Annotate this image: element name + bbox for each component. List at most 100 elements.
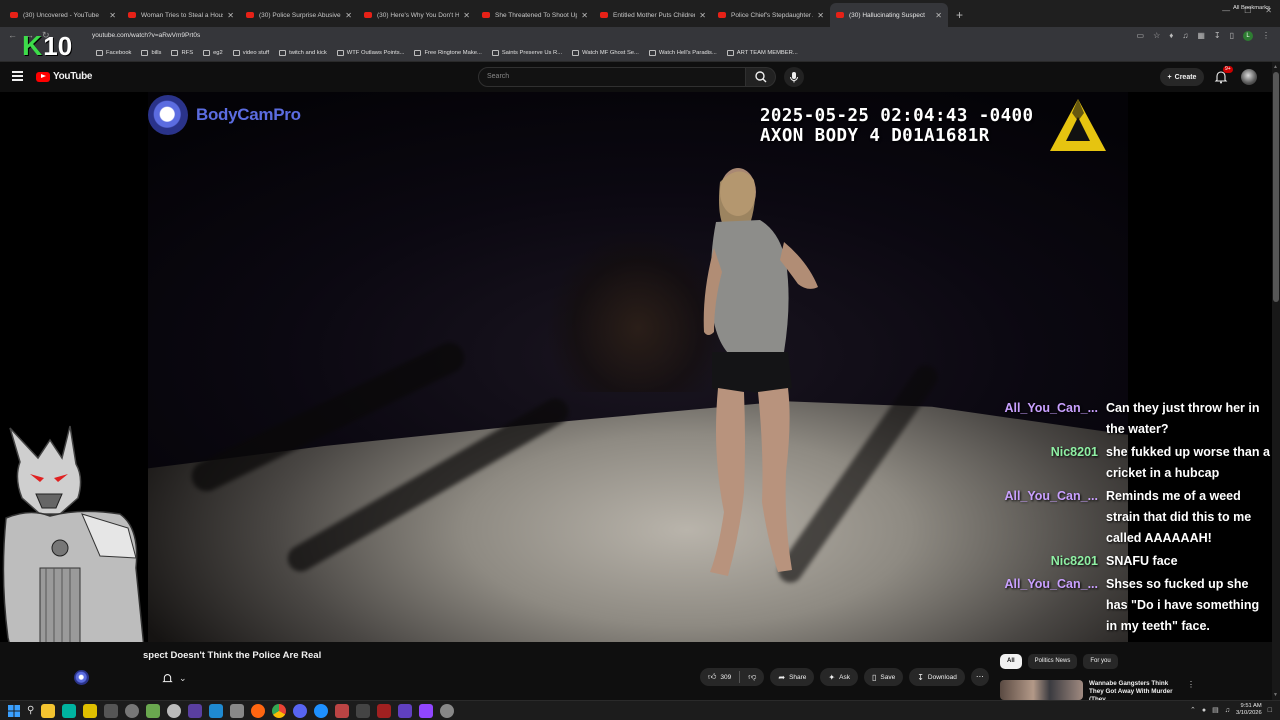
app-icon[interactable] [83, 703, 98, 718]
tray-chevron-icon[interactable]: ⌃ [1190, 706, 1196, 714]
taskbar-clock[interactable]: 9:51 AM 3/10/2026 [1236, 703, 1262, 717]
browser-tab[interactable]: (30) Here's Why You Don't Hel ✕ [358, 3, 476, 27]
filter-chip[interactable]: Politics News [1027, 654, 1078, 669]
taskbar-search-icon[interactable]: ⚲ [27, 705, 34, 716]
scrollbar-thumb[interactable] [1273, 72, 1279, 302]
browser-tab[interactable]: Woman Tries to Steal a House ✕ [122, 3, 240, 27]
file-explorer-icon[interactable] [41, 703, 56, 718]
search-input[interactable]: Search [478, 67, 746, 87]
chrome-icon[interactable] [272, 703, 287, 718]
url-field[interactable]: youtube.com/watch?v=aRwVm9Prt0s [92, 32, 1137, 39]
bookmark-folder-icon [336, 49, 344, 56]
app-icon[interactable] [209, 703, 224, 718]
app-icon[interactable] [230, 703, 245, 718]
account-avatar[interactable] [1241, 69, 1257, 85]
axon-timestamp: 2025-05-25 02:04:43 -0400 [760, 106, 1034, 126]
firefox-icon[interactable] [251, 703, 266, 718]
notification-center-icon[interactable]: □ [1268, 707, 1272, 714]
tab-close-icon[interactable]: ✕ [581, 11, 588, 20]
tab-close-icon[interactable]: ✕ [817, 11, 824, 20]
share-label: Share [789, 673, 807, 681]
volume-icon[interactable]: ♫ [1225, 707, 1230, 714]
search-button[interactable] [746, 67, 776, 87]
app-icon[interactable] [377, 703, 392, 718]
recommended-thumbnail[interactable] [1000, 680, 1083, 700]
download-icon[interactable]: ↧ [1214, 31, 1221, 40]
app-icon[interactable] [167, 703, 182, 718]
bookmark-item[interactable]: bills [141, 49, 161, 56]
save-button[interactable]: ▯ Save [863, 668, 904, 686]
all-bookmarks-button[interactable]: All Bookmarks [1233, 5, 1270, 11]
bookmark-item[interactable]: Watch MF Ghost Se... [572, 49, 639, 56]
windows-start-icon[interactable] [8, 704, 20, 717]
filter-chip[interactable]: For you [1083, 654, 1118, 669]
bookmark-item[interactable]: Facebook [96, 49, 131, 56]
youtube-logo[interactable]: YouTube [36, 71, 93, 82]
new-tab-button[interactable]: + [948, 3, 971, 27]
browser-tab[interactable]: (30) Uncovered - YouTube ✕ [4, 3, 122, 27]
scroll-up-icon[interactable]: ▲ [1273, 64, 1278, 70]
app-icon[interactable] [356, 703, 371, 718]
tray-app-icon[interactable]: ● [1202, 707, 1206, 714]
menu-kebab-icon[interactable]: ⋮ [1262, 31, 1270, 40]
minimize-icon[interactable]: — [1222, 6, 1230, 15]
app-icon[interactable] [314, 703, 329, 718]
bookmark-item[interactable]: eg2 [203, 49, 223, 56]
app-icon[interactable] [335, 703, 350, 718]
like-button[interactable]: 👍︎ 309 👎︎ [700, 668, 765, 686]
bookmark-item[interactable]: Saints Preserve Us R... [491, 49, 562, 56]
app-icon[interactable] [104, 703, 119, 718]
bookmark-item[interactable]: RFS [171, 49, 193, 56]
network-icon[interactable]: ▤ [1212, 706, 1219, 714]
bookmark-item[interactable]: twitch and kick [279, 49, 327, 56]
more-actions-button[interactable]: ⋯ [970, 668, 989, 686]
browser-tab[interactable]: She Threatened To Shoot Up S ✕ [476, 3, 594, 27]
bookmark-item[interactable]: video stuff [232, 49, 269, 56]
tab-close-icon[interactable]: ✕ [463, 11, 470, 20]
bookmark-item[interactable]: ART TEAM MEMBER... [726, 49, 798, 56]
search-icon [755, 71, 767, 83]
scroll-down-icon[interactable]: ▼ [1273, 692, 1278, 698]
tab-close-icon[interactable]: ✕ [109, 11, 116, 20]
tab-close-icon[interactable]: ✕ [345, 11, 352, 20]
app-icon[interactable] [125, 703, 140, 718]
bookmark-item[interactable]: WTF Outlaws Points... [336, 49, 404, 56]
browser-tab[interactable]: (30) Hallucinating Suspect ✕ [830, 3, 948, 27]
app-icon[interactable] [398, 703, 413, 718]
app-icon[interactable] [146, 703, 161, 718]
voice-search-button[interactable] [784, 67, 804, 87]
speaker-icon[interactable]: ♫ [1182, 31, 1188, 40]
discord-icon[interactable] [293, 703, 308, 718]
sidebar-icon[interactable]: ▯ [1230, 31, 1234, 40]
bookmark-item[interactable]: Free Ringtone Make... [414, 49, 482, 56]
subscription-bell-button[interactable]: ⌄ [162, 671, 192, 685]
create-button[interactable]: + Create [1160, 68, 1204, 86]
ask-button[interactable]: ✦ Ask [820, 668, 858, 686]
download-button[interactable]: ↧ Download [909, 668, 965, 686]
profile-avatar[interactable]: L [1243, 30, 1253, 41]
back-icon[interactable]: ← [8, 30, 17, 41]
app-icon[interactable] [188, 703, 203, 718]
filter-chip[interactable]: All [1000, 654, 1022, 669]
browser-tab[interactable]: Entitled Mother Puts Children ✕ [594, 3, 712, 27]
tab-close-icon[interactable]: ✕ [935, 11, 942, 20]
share-button[interactable]: ➦ Share [770, 668, 815, 686]
app-icon[interactable] [62, 703, 77, 718]
extensions-puzzle-icon[interactable]: ▦ [1197, 31, 1205, 40]
thumbs-down-icon[interactable]: 👎︎ [748, 672, 756, 682]
tab-close-icon[interactable]: ✕ [699, 11, 706, 20]
settings-gear-icon[interactable] [440, 703, 455, 718]
bookmark-item[interactable]: Watch Hell's Paradis... [648, 49, 717, 56]
browser-tab[interactable]: (30) Police Surprise Abusive Gi ✕ [240, 3, 358, 27]
browser-tab[interactable]: Police Chief's Stepdaughter Arr ✕ [712, 3, 830, 27]
twitch-icon[interactable] [419, 703, 434, 718]
suspect-figure [703, 168, 818, 576]
bookmark-star-icon[interactable]: ☆ [1153, 31, 1160, 40]
page-scrollbar[interactable]: ▲ ▼ [1272, 62, 1280, 700]
channel-avatar[interactable] [74, 670, 89, 685]
extension-icon[interactable]: ♦ [1169, 31, 1173, 40]
install-icon[interactable]: ▭ [1137, 31, 1145, 40]
hamburger-menu-icon[interactable] [12, 71, 23, 81]
tab-close-icon[interactable]: ✕ [227, 11, 234, 20]
youtube-logo-text: YouTube [53, 71, 93, 82]
